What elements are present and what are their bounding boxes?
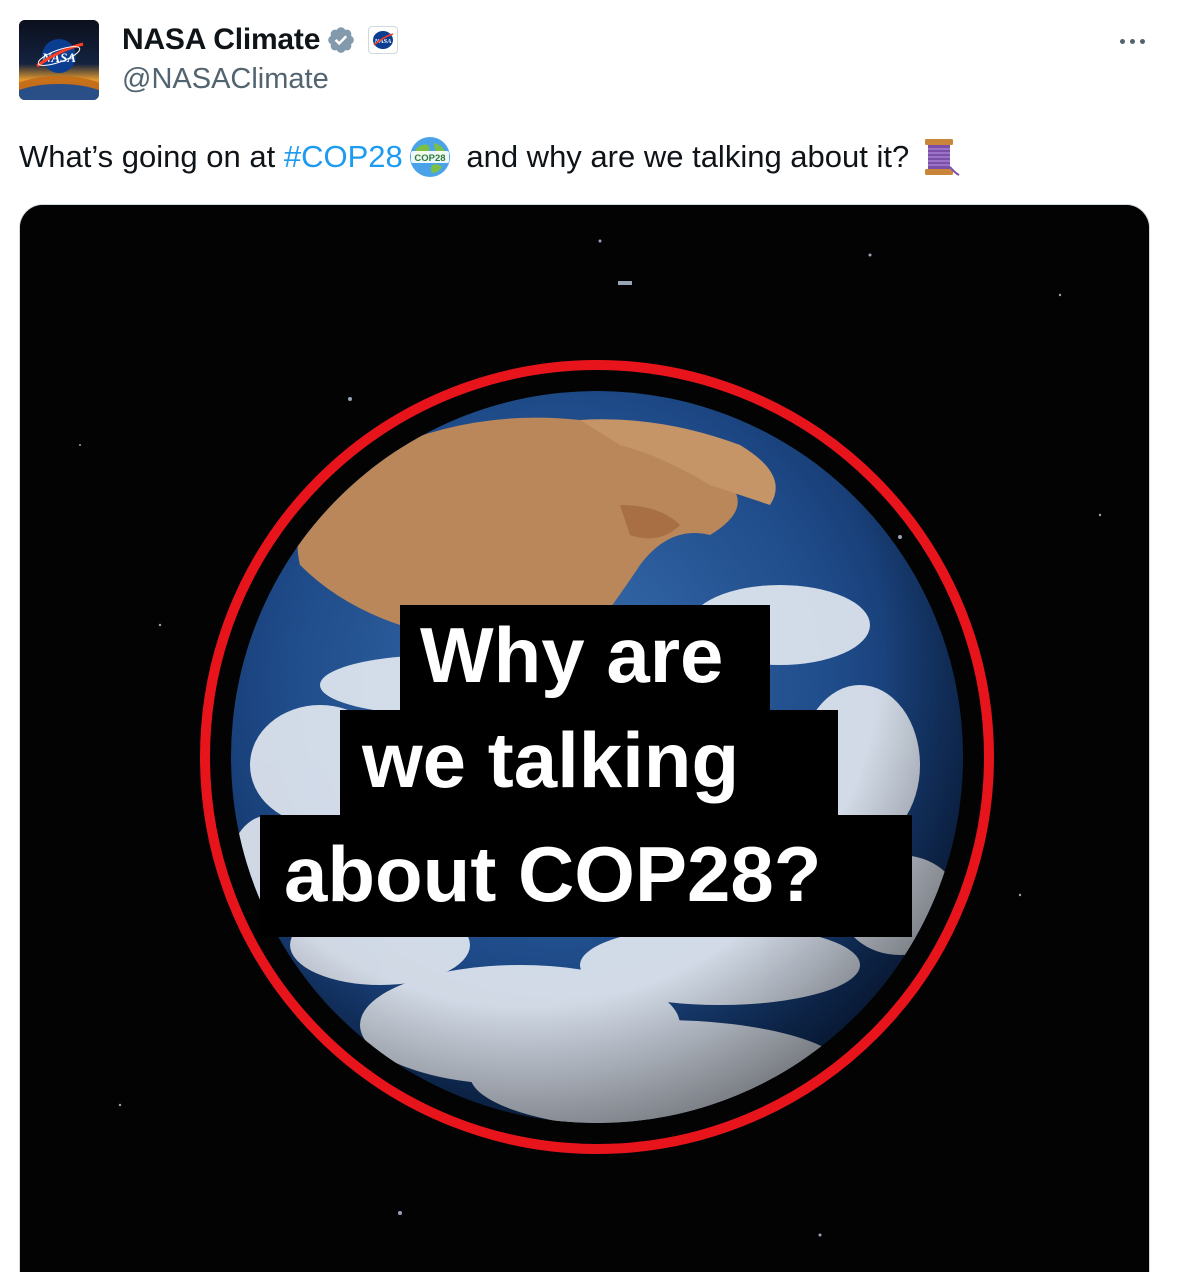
tweet-media-image[interactable]: Why are we talking about COP28? — [19, 204, 1150, 1272]
author-name-row: NASA Climate NASA — [122, 22, 399, 58]
hashtag-link[interactable]: #COP28 — [284, 135, 403, 179]
media-caption: Why are we talking about COP28? — [20, 205, 1149, 1272]
author-handle[interactable]: @NASAClimate — [122, 63, 329, 96]
avatar[interactable]: NASA — [19, 20, 99, 100]
nasa-meatball-icon: NASA — [373, 31, 394, 49]
nasa-avatar-icon: NASA — [19, 20, 99, 100]
tweet-card: NASA NASA Climate NASA @NASAClimate What… — [0, 0, 1186, 1272]
caption-line-3: about COP28? — [260, 815, 912, 937]
verified-badge-icon[interactable] — [326, 25, 356, 55]
tweet-text-before: What’s going on at — [19, 139, 284, 174]
cop28-globe-icon: COP28 — [409, 137, 450, 177]
svg-text:COP28: COP28 — [414, 153, 445, 164]
caption-line-2: we talking — [340, 710, 838, 820]
caption-line-1: Why are — [400, 605, 770, 715]
more-options-button[interactable] — [1110, 28, 1154, 54]
more-options-icon — [1119, 38, 1145, 44]
affiliation-badge[interactable]: NASA — [368, 26, 399, 54]
tweet-text-after: and why are we talking about it? — [457, 139, 910, 174]
thread-spool-icon — [925, 139, 960, 176]
display-name[interactable]: NASA Climate — [122, 23, 320, 57]
tweet-text: What’s going on at #COP28 COP28 and why … — [19, 135, 961, 179]
